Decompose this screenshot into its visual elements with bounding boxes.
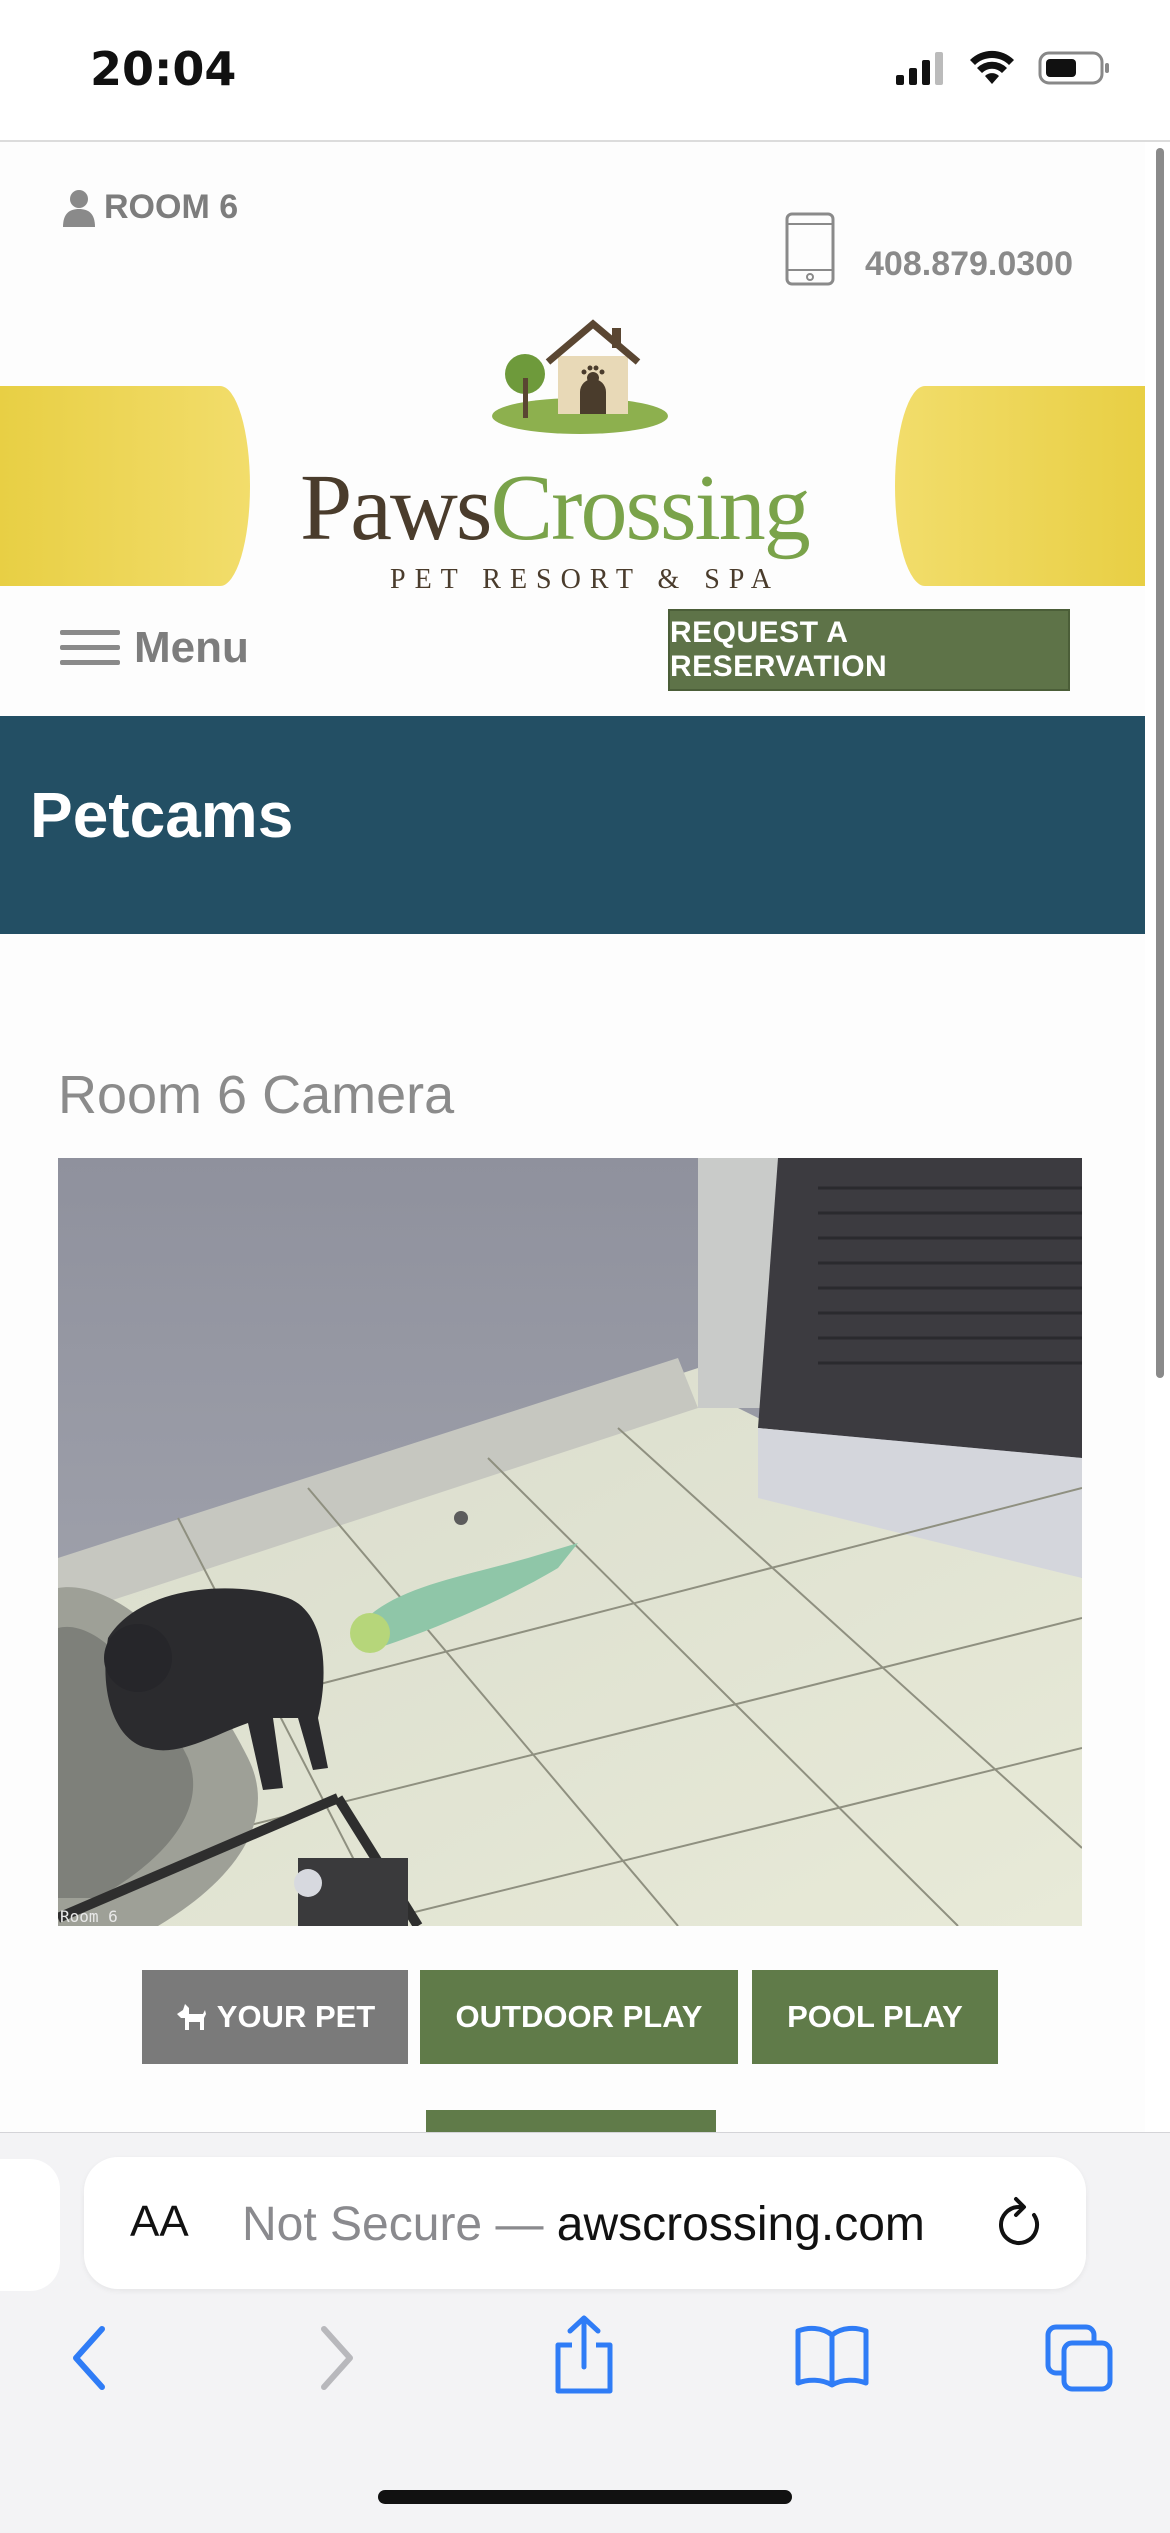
dog-icon	[176, 2004, 206, 2030]
hamburger-icon	[60, 620, 120, 675]
outdoor-play-button[interactable]: OUTDOOR PLAY	[420, 1970, 738, 2064]
logo-tagline: PET RESORT & SPA	[390, 564, 781, 595]
menu-button[interactable]: Menu	[60, 620, 249, 675]
status-time: 20:04	[90, 42, 237, 96]
tabs-icon[interactable]	[1044, 2323, 1116, 2393]
person-icon	[63, 189, 95, 227]
back-chevron-icon[interactable]	[68, 2323, 108, 2393]
pool-play-button[interactable]: POOL PLAY	[752, 1970, 998, 2064]
forward-chevron-icon[interactable]	[318, 2323, 358, 2393]
text-size-button[interactable]: AA	[130, 2197, 189, 2247]
banner-band-left	[0, 386, 250, 586]
browser-toolbar	[0, 2315, 1170, 2423]
web-page[interactable]: ROOM 6 408.879.0300 PawsCrossing PET RES…	[0, 142, 1145, 2132]
logo-banner: PawsCrossing PET RESORT & SPA	[0, 319, 1145, 595]
your-pet-label: YOUR PET	[216, 1999, 376, 2034]
camera-feed-image: Room 6	[58, 1158, 1082, 1926]
share-icon[interactable]	[552, 2315, 616, 2395]
house-logo-icon	[492, 319, 668, 434]
battery-icon	[1038, 51, 1109, 85]
banner-band-right	[895, 386, 1145, 586]
home-indicator	[378, 2490, 792, 2504]
camera-heading: Room 6 Camera	[58, 1065, 455, 1125]
address-prefix: Not Secure —	[242, 2198, 557, 2251]
mobile-phone-icon	[785, 212, 835, 286]
logo-crossing-text: Crossing	[490, 456, 810, 560]
menu-label: Menu	[134, 622, 249, 672]
logo-paws-text: Paws	[300, 456, 492, 560]
browser-bottom-bar: AA Not Secure — awscrossing.com	[0, 2132, 1170, 2533]
status-bar: 20:04	[0, 0, 1170, 140]
your-pet-button[interactable]: YOUR PET	[142, 1970, 408, 2064]
page-scrollbar[interactable]	[1156, 148, 1164, 1378]
address-domain: awscrossing.com	[556, 2198, 925, 2251]
status-icons	[896, 50, 1110, 86]
account-link[interactable]: ROOM 6	[62, 188, 238, 227]
logo-wordmark: PawsCrossing	[300, 454, 811, 562]
site-logo[interactable]: PawsCrossing PET RESORT & SPA	[240, 316, 905, 595]
text-size-label: AA	[130, 2197, 189, 2246]
previous-tab-peek[interactable]	[0, 2159, 60, 2291]
book-icon[interactable]	[794, 2323, 870, 2389]
more-camera-button[interactable]	[426, 2110, 716, 2132]
address-bar[interactable]: AA Not Secure — awscrossing.com	[84, 2157, 1086, 2289]
page-hero: Petcams	[0, 716, 1145, 934]
account-label: ROOM 6	[104, 188, 239, 226]
phone-number: 408.879.0300	[865, 245, 1073, 283]
cellular-signal-icon	[896, 52, 943, 85]
page-title: Petcams	[30, 779, 294, 851]
address-text[interactable]: Not Secure — awscrossing.com	[242, 2197, 925, 2252]
request-reservation-button[interactable]: REQUEST A RESERVATION	[668, 609, 1070, 691]
wifi-icon	[970, 50, 1014, 84]
reload-icon[interactable]	[994, 2195, 1046, 2251]
phone-link[interactable]: 408.879.0300	[785, 212, 1073, 286]
camera-scene	[58, 1158, 1082, 1926]
camera-overlay-label: Room 6	[60, 1907, 118, 1926]
